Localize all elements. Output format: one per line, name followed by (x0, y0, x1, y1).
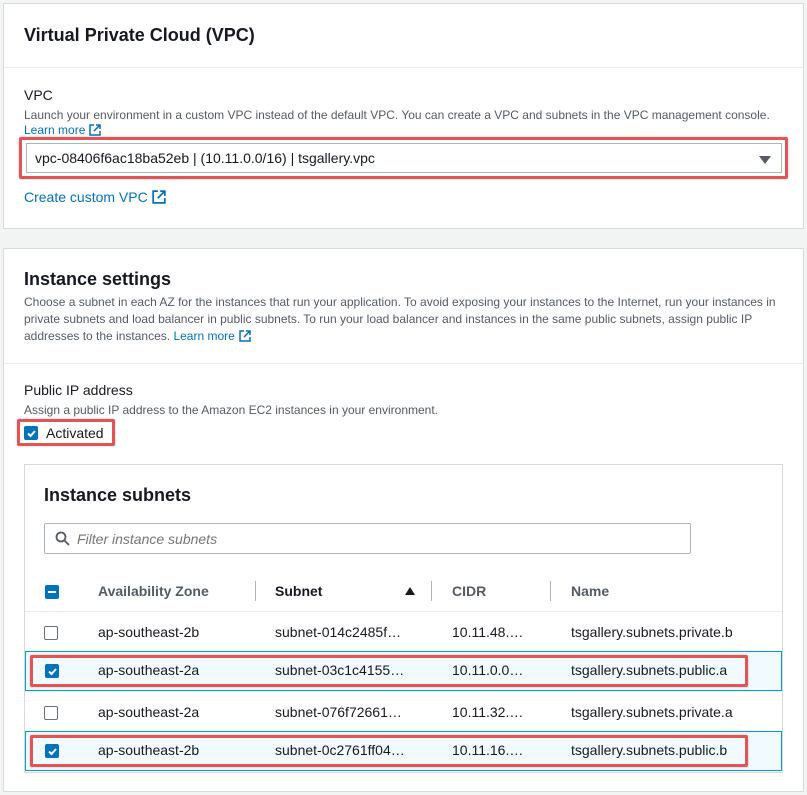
select-all-checkbox[interactable] (45, 585, 59, 599)
create-custom-vpc-link[interactable]: Create custom VPC (24, 189, 166, 207)
instance-settings-description-text: Choose a subnet in each AZ for the insta… (24, 295, 776, 343)
public-ip-checkbox-row[interactable]: Activated (24, 424, 114, 442)
row-checkbox[interactable] (45, 664, 59, 678)
vpc-panel-header: Virtual Private Cloud (VPC) (4, 4, 803, 68)
table-row[interactable]: ap-southeast-2a subnet-076f72661… 10.11.… (25, 691, 782, 731)
row-name: tsgallery.subnets.public.a (571, 662, 728, 678)
row-cidr: 10.11.48.… (452, 624, 524, 640)
row-az: ap-southeast-2b (98, 624, 200, 640)
sort-ascending-icon[interactable] (405, 587, 415, 595)
row-subnet: subnet-076f72661… (275, 704, 402, 720)
vpc-select[interactable]: vpc-08406f6ac18ba52eb | (10.11.0.0/16) |… (26, 143, 782, 173)
external-link-icon (152, 190, 166, 207)
row-az: ap-southeast-2a (98, 662, 200, 678)
public-ip-label: Public IP address (24, 382, 133, 398)
row-checkbox[interactable] (44, 706, 58, 720)
column-header-name[interactable]: Name (571, 583, 609, 599)
table-row[interactable]: ap-southeast-2b subnet-0c2761ff04… 10.11… (25, 731, 782, 771)
external-link-icon (89, 124, 102, 139)
caret-down-icon (759, 156, 771, 164)
vpc-panel-title: Virtual Private Cloud (VPC) (24, 25, 255, 45)
row-checkbox[interactable] (45, 744, 59, 758)
row-az: ap-southeast-2a (98, 704, 200, 720)
row-checkbox[interactable] (44, 626, 58, 640)
vpc-learn-more-link[interactable]: Learn more (24, 123, 102, 139)
subnet-filter-input[interactable] (77, 529, 677, 549)
row-name: tsgallery.subnets.private.a (571, 704, 733, 720)
column-header-subnet[interactable]: Subnet (275, 583, 322, 599)
row-subnet: subnet-03c1c4155… (275, 662, 405, 678)
instance-settings-description: Choose a subnet in each AZ for the insta… (24, 294, 784, 347)
table-row[interactable]: ap-southeast-2b subnet-014c2485f… 10.11.… (25, 611, 782, 651)
table-row[interactable]: ap-southeast-2a subnet-03c1c4155… 10.11.… (25, 651, 782, 691)
row-subnet: subnet-014c2485f… (275, 624, 402, 640)
subnet-filter[interactable] (44, 523, 691, 554)
row-cidr: 10.11.16.… (452, 742, 524, 758)
instance-settings-title: Instance settings (24, 269, 172, 289)
public-ip-description: Assign a public IP address to the Amazon… (24, 403, 439, 417)
vpc-description: Launch your environment in a custom VPC … (24, 108, 770, 122)
column-divider[interactable] (550, 581, 551, 601)
create-custom-vpc-label: Create custom VPC (24, 189, 148, 205)
vpc-field-label: VPC (24, 87, 53, 103)
column-header-az[interactable]: Availability Zone (98, 583, 209, 599)
column-header-cidr[interactable]: CIDR (452, 583, 486, 599)
row-cidr: 10.11.0.0… (452, 662, 524, 678)
public-ip-checkbox-label: Activated (46, 425, 104, 441)
row-name: tsgallery.subnets.public.b (571, 742, 728, 758)
column-divider[interactable] (431, 581, 432, 601)
column-divider[interactable] (255, 581, 256, 601)
instance-learn-more-link[interactable]: Learn more (173, 329, 251, 343)
external-link-icon (239, 330, 251, 347)
search-icon (55, 531, 70, 549)
public-ip-checkbox[interactable] (24, 426, 38, 440)
row-cidr: 10.11.32.… (452, 704, 524, 720)
vpc-select-value: vpc-08406f6ac18ba52eb | (10.11.0.0/16) |… (35, 150, 375, 166)
row-name: tsgallery.subnets.private.b (571, 624, 733, 640)
instance-learn-more-label: Learn more (173, 329, 235, 343)
vpc-learn-more-label: Learn more (24, 123, 86, 137)
row-subnet: subnet-0c2761ff04… (275, 742, 405, 758)
row-az: ap-southeast-2b (98, 742, 200, 758)
instance-subnets-title: Instance subnets (44, 485, 192, 505)
